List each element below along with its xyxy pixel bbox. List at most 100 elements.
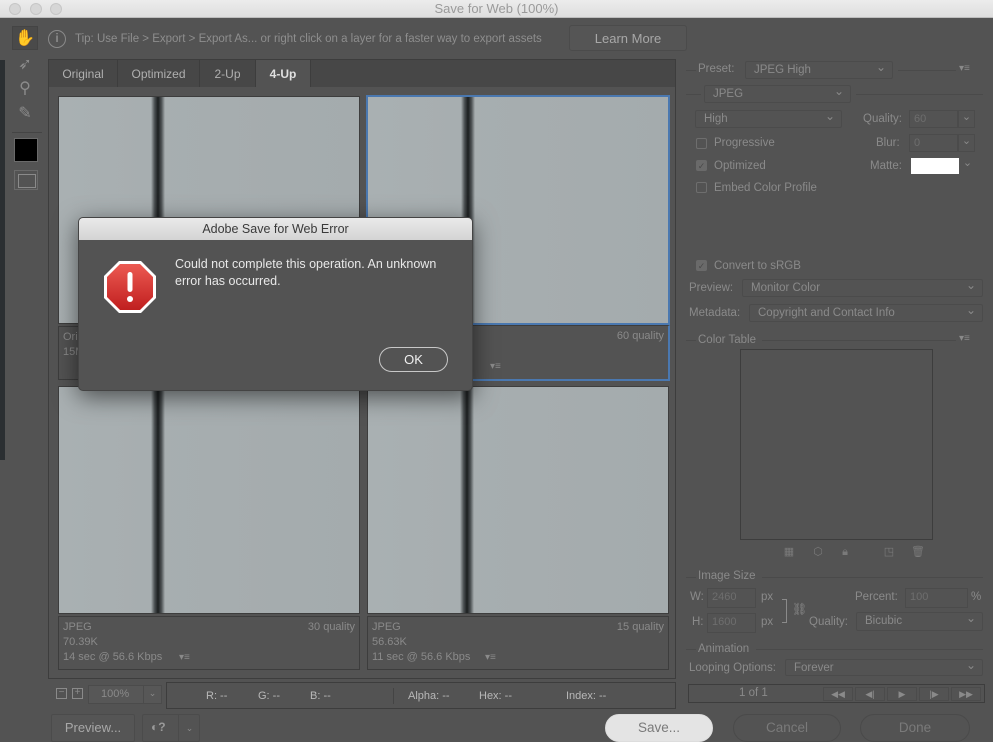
info-icon: i: [48, 30, 66, 48]
browser-select-button[interactable]: ◐? ⌄: [142, 714, 200, 742]
alpha-readout: Alpha: --: [408, 690, 450, 702]
hand-tool-icon[interactable]: ✋: [12, 26, 38, 50]
view-tabs: Original Optimized 2-Up 4-Up: [48, 59, 676, 88]
save-for-web-window: Save for Web (100%) ✋ ➶ ⚲ ✎ i Tip: Use F…: [0, 0, 993, 742]
pane-download-time: 14 sec @ 56.6 Kbps: [63, 651, 163, 663]
pane-format: JPEG: [63, 621, 92, 633]
file-format-select[interactable]: JPEG: [704, 83, 851, 103]
pane-quality: 15 quality: [616, 621, 664, 633]
trash-icon[interactable]: 🗑︎: [911, 546, 925, 558]
constrain-bracket: [782, 599, 787, 623]
tab-2-up[interactable]: 2-Up: [200, 60, 256, 88]
tab-original[interactable]: Original: [49, 60, 118, 88]
preset-select[interactable]: JPEG High: [745, 59, 893, 79]
resample-quality-select[interactable]: Bicubic: [856, 610, 983, 631]
progressive-checkbox[interactable]: [696, 138, 707, 149]
last-frame-icon[interactable]: ▶▶: [951, 687, 981, 701]
zoom-dropdown-chevron-icon[interactable]: ⌄: [143, 685, 161, 704]
preset-label: Preset:: [698, 63, 735, 75]
preview-image[interactable]: [58, 386, 360, 614]
done-button[interactable]: Done: [860, 714, 970, 742]
looping-options-select[interactable]: Forever: [785, 657, 983, 676]
previous-frame-icon[interactable]: ◀|: [855, 687, 885, 701]
toolbar-divider: [12, 132, 42, 133]
window-title: Save for Web (100%): [434, 1, 559, 16]
red-readout: R: --: [206, 690, 228, 702]
animation-label: Animation: [698, 643, 750, 655]
color-readout: R: -- G: -- B: -- Alpha: -- Hex: -- Inde…: [166, 682, 676, 709]
animation-controls: 1 of 1 ◀◀ ◀| ▶ |▶ ▶▶: [688, 684, 985, 703]
eyedropper-color-swatch[interactable]: [14, 138, 38, 162]
play-icon[interactable]: ▶: [887, 687, 917, 701]
tab-optimized[interactable]: Optimized: [118, 60, 200, 88]
browser-dropdown-chevron-icon[interactable]: ⌄: [178, 715, 200, 741]
blur-dropdown-chevron-icon[interactable]: ⌄: [958, 134, 975, 152]
next-frame-icon[interactable]: |▶: [919, 687, 949, 701]
tool-bar: ✋ ➶ ⚲ ✎: [8, 24, 42, 194]
learn-more-button[interactable]: Learn More: [569, 25, 687, 51]
optimize-menu-icon[interactable]: ▾≡: [959, 63, 970, 74]
background-edge: [0, 18, 8, 742]
preview-label: Preview:: [689, 282, 734, 294]
tip-text: Tip: Use File > Export > Export As... or…: [75, 33, 542, 45]
percent-field[interactable]: 100: [905, 588, 968, 608]
blue-readout: B: --: [310, 690, 331, 702]
color-table-label: Color Table: [698, 334, 756, 346]
eyedropper-tool-icon[interactable]: ✎: [12, 101, 38, 125]
error-dialog: Adobe Save for Web Error Could not compl…: [78, 217, 473, 391]
height-unit: px: [761, 616, 774, 628]
map-to-transparent-icon[interactable]: ▦: [783, 546, 795, 558]
pane-format: JPEG: [372, 621, 401, 633]
color-table-menu-icon[interactable]: ▾≡: [959, 333, 970, 344]
constrain-proportions-link-icon[interactable]: ⛓: [792, 602, 807, 616]
height-field[interactable]: 1600: [707, 613, 756, 633]
tab-4-up[interactable]: 4-Up: [256, 60, 311, 88]
frame-count: 1 of 1: [739, 687, 768, 699]
pane-info: JPEG 70.39K 14 sec @ 56.6 Kbps 30 qualit…: [58, 616, 360, 670]
zoom-out-button[interactable]: −: [56, 688, 67, 699]
preview-color-select[interactable]: Monitor Color: [742, 277, 983, 297]
width-label: W:: [690, 591, 704, 603]
cancel-button[interactable]: Cancel: [733, 714, 841, 742]
convert-srgb-label: Convert to sRGB: [714, 260, 801, 272]
matte-label: Matte:: [870, 160, 902, 172]
quality-field[interactable]: 60: [909, 110, 958, 128]
optimized-checkbox[interactable]: ✓: [696, 160, 707, 171]
first-frame-icon[interactable]: ◀◀: [823, 687, 853, 701]
ok-button[interactable]: OK: [379, 347, 448, 372]
web-snap-icon[interactable]: ⬡: [812, 546, 824, 558]
zoom-tool-icon[interactable]: ⚲: [12, 76, 38, 100]
blur-label: Blur:: [876, 137, 900, 149]
pane-size: 56.63K: [372, 636, 407, 648]
save-button[interactable]: Save...: [605, 714, 713, 742]
width-field[interactable]: 2460: [707, 588, 756, 608]
convert-srgb-checkbox[interactable]: ✓: [696, 260, 707, 271]
slice-select-tool-icon[interactable]: ➶: [12, 52, 38, 76]
readout-divider: [393, 688, 394, 704]
quality-dropdown-chevron-icon[interactable]: ⌄: [958, 110, 975, 128]
optimized-label: Optimized: [714, 160, 766, 172]
lock-color-icon[interactable]: 🔒︎: [839, 546, 851, 558]
zoom-in-button[interactable]: +: [72, 688, 83, 699]
pane-quality: 60 quality: [616, 330, 664, 342]
compression-quality-select[interactable]: High: [695, 108, 842, 128]
matte-color-swatch[interactable]: [911, 158, 959, 174]
pane-menu-icon[interactable]: ▾≡: [179, 652, 190, 663]
preview-image[interactable]: [367, 386, 669, 614]
blur-field[interactable]: 0: [909, 134, 958, 152]
resample-quality-label: Quality:: [809, 616, 848, 628]
metadata-label: Metadata:: [689, 307, 741, 319]
pane-info: JPEG 56.63K 11 sec @ 56.6 Kbps 15 qualit…: [367, 616, 669, 670]
pane-menu-icon[interactable]: ▾≡: [490, 361, 501, 372]
pane-menu-icon[interactable]: ▾≡: [485, 652, 496, 663]
preview-in-browser-button[interactable]: Preview...: [51, 714, 135, 742]
metadata-select[interactable]: Copyright and Contact Info: [749, 302, 983, 322]
embed-color-profile-checkbox[interactable]: [696, 182, 707, 193]
toggle-slices-visibility-icon[interactable]: [14, 170, 38, 190]
embed-color-profile-label: Embed Color Profile: [714, 182, 817, 194]
image-size-label: Image Size: [698, 570, 756, 582]
matte-dropdown-chevron-icon[interactable]: ⌄: [959, 157, 976, 175]
dialog-message: Could not complete this operation. An un…: [175, 257, 437, 288]
looping-options-label: Looping Options:: [689, 662, 776, 674]
new-color-icon[interactable]: ◳: [883, 546, 895, 558]
